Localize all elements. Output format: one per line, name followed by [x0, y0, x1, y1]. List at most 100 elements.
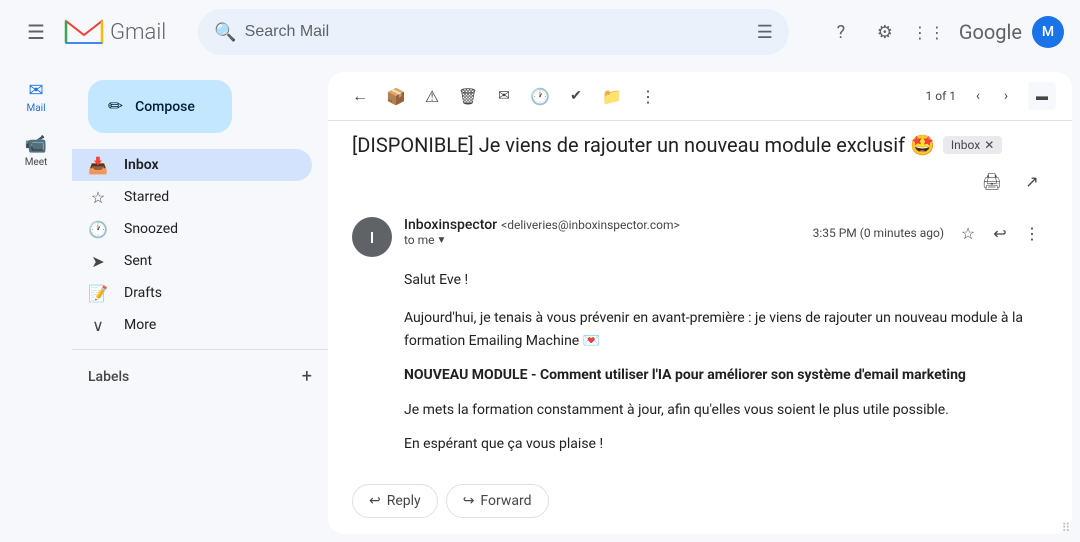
sender-avatar: I: [352, 217, 392, 257]
archive-button[interactable]: 📦: [380, 80, 412, 112]
sidebar-divider: [72, 349, 328, 350]
pager-prev-icon: ‹: [976, 88, 980, 104]
sender-email: <deliveries@inboxinspector.com>: [501, 218, 680, 232]
sidebar-item-inbox[interactable]: 📥 Inbox: [72, 149, 312, 181]
rail-item-mail[interactable]: ✉ Mail: [18, 72, 53, 122]
report-spam-button[interactable]: ⚠: [416, 80, 448, 112]
sender-initial: I: [370, 228, 375, 247]
pager-prev-button[interactable]: ‹: [964, 82, 992, 110]
email-more-icon: ⋮: [1024, 224, 1040, 243]
email-para2: Je mets la formation constamment à jour,…: [404, 399, 1048, 421]
gmail-logo-svg: [64, 17, 104, 47]
email-more-button[interactable]: ⋮: [1016, 217, 1048, 249]
avatar[interactable]: M: [1032, 16, 1064, 48]
search-input[interactable]: [245, 23, 749, 41]
email-actions: ☆ ↩ ⋮: [952, 217, 1048, 249]
move-button[interactable]: 📁: [596, 80, 628, 112]
main-layout: ✉ Mail 📹 Meet ✏ Compose 📥 Inbox ☆ Starre…: [0, 64, 1080, 542]
print-icon: 🖨: [982, 172, 1002, 191]
apps-icon: ⋮⋮: [912, 23, 946, 42]
add-to-tasks-icon: ✔: [570, 88, 582, 104]
gmail-logo-text: Gmail: [110, 20, 166, 45]
sidebar-item-snoozed[interactable]: 🕐 Snoozed: [72, 213, 312, 245]
toolbar-more-icon: ⋮: [640, 87, 656, 106]
to-me-chevron-icon: ▼: [437, 235, 447, 246]
pager-next-button[interactable]: ›: [992, 82, 1020, 110]
help-button[interactable]: ?: [821, 12, 861, 52]
reply-all-icon: ↩: [993, 224, 1006, 243]
reply-button[interactable]: ↩ Reply: [352, 484, 438, 518]
rail-label-mail: Mail: [26, 103, 45, 114]
pager-next-icon: ›: [1004, 88, 1008, 104]
forward-button[interactable]: ↪ Forward: [446, 484, 549, 518]
pager-text: 1 of 1: [926, 89, 956, 103]
pager-buttons: ‹ ›: [964, 82, 1020, 110]
add-to-tasks-button[interactable]: ✔: [560, 80, 592, 112]
sender-name-row: Inboxinspector <deliveries@inboxinspecto…: [404, 217, 801, 233]
hamburger-icon: ☰: [27, 20, 45, 44]
view-toggle-icon: ▬: [1036, 89, 1048, 103]
sidebar-item-sent[interactable]: ➤ Sent: [72, 245, 312, 277]
inbox-label: Inbox: [124, 157, 159, 173]
more-chevron-icon: ∨: [88, 316, 108, 335]
email-header-row: I Inboxinspector <deliveries@inboxinspec…: [352, 205, 1048, 269]
drafts-icon: 📝: [88, 284, 108, 303]
sidebar-item-more[interactable]: ∨ More: [72, 309, 312, 341]
icon-rail: ✉ Mail 📹 Meet: [0, 64, 72, 542]
toolbar-right: 1 of 1 ‹ › ▬: [926, 82, 1056, 110]
toolbar-more-button[interactable]: ⋮: [632, 80, 664, 112]
back-icon: ←: [352, 86, 368, 106]
sidebar-item-starred[interactable]: ☆ Starred: [72, 181, 312, 213]
sidebar: ✏ Compose 📥 Inbox ☆ Starred 🕐 Snoozed ➤ …: [72, 64, 328, 542]
inbox-badge-close[interactable]: ✕: [984, 138, 994, 152]
toolbar-left-buttons: ← 📦 ⚠ 🗑 ✉ 🕐 ✔: [344, 80, 664, 112]
email-body: Salut Eve ! Aujourd'hui, je tenais à vou…: [352, 269, 1048, 468]
email-para1: Aujourd'hui, je tenais à vous prévenir e…: [404, 307, 1048, 352]
search-icon: 🔍: [214, 22, 236, 43]
email-para3: En espérant que ça vous plaise !: [404, 433, 1048, 455]
email-subject-bar: [DISPONIBLE] Je viens de rajouter un nou…: [328, 121, 1072, 205]
snooze-button[interactable]: 🕐: [524, 80, 556, 112]
to-me[interactable]: to me ▼: [404, 233, 801, 247]
inbox-icon: 📥: [88, 156, 108, 175]
mark-unread-icon: ✉: [498, 88, 510, 104]
compose-icon: ✏: [108, 96, 123, 117]
delete-button[interactable]: 🗑: [452, 80, 484, 112]
open-new-window-button[interactable]: ↗: [1016, 165, 1048, 197]
snoozed-icon: 🕐: [88, 220, 108, 239]
mark-unread-button[interactable]: ✉: [488, 80, 520, 112]
reply-all-button[interactable]: ↩: [984, 217, 1016, 249]
search-input-wrap[interactable]: 🔍 ☰: [198, 9, 789, 55]
email-toolbar: ← 📦 ⚠ 🗑 ✉ 🕐 ✔: [328, 72, 1072, 121]
apps-button[interactable]: ⋮⋮: [909, 12, 949, 52]
gmail-logo: Gmail: [64, 17, 166, 47]
email-time: 3:35 PM (0 minutes ago) ☆ ↩ ⋮: [813, 217, 1048, 249]
mail-icon: ✉: [28, 80, 43, 101]
sender-info: Inboxinspector <deliveries@inboxinspecto…: [404, 217, 801, 247]
search-options-icon[interactable]: ☰: [757, 22, 773, 43]
back-button[interactable]: ←: [344, 80, 376, 112]
compose-label: Compose: [135, 99, 195, 115]
email-timestamp: 3:35 PM (0 minutes ago): [813, 226, 944, 240]
reply-bar: ↩ Reply ↪ Forward: [328, 468, 1072, 534]
rail-item-meet[interactable]: 📹 Meet: [17, 126, 56, 176]
print-button[interactable]: 🖨: [976, 165, 1008, 197]
delete-icon: 🗑: [458, 87, 478, 106]
hamburger-button[interactable]: ☰: [16, 12, 56, 52]
starred-label: Starred: [124, 189, 169, 205]
view-toggle-button[interactable]: ▬: [1028, 82, 1056, 110]
google-logo-text: Google: [959, 20, 1022, 44]
resize-handle[interactable]: ⠿: [1060, 522, 1072, 534]
forward-arrow-icon: ↪: [463, 493, 475, 509]
compose-button[interactable]: ✏ Compose: [88, 80, 232, 133]
labels-add-button[interactable]: +: [302, 366, 312, 387]
star-button[interactable]: ☆: [952, 217, 984, 249]
email-greeting: Salut Eve !: [404, 269, 1048, 291]
labels-section: Labels +: [72, 358, 328, 395]
reply-label: Reply: [387, 493, 421, 509]
sidebar-item-drafts[interactable]: 📝 Drafts: [72, 277, 312, 309]
settings-button[interactable]: ⚙: [865, 12, 905, 52]
move-icon: 📁: [602, 87, 622, 106]
sent-label: Sent: [124, 253, 152, 269]
more-label: More: [124, 317, 156, 333]
